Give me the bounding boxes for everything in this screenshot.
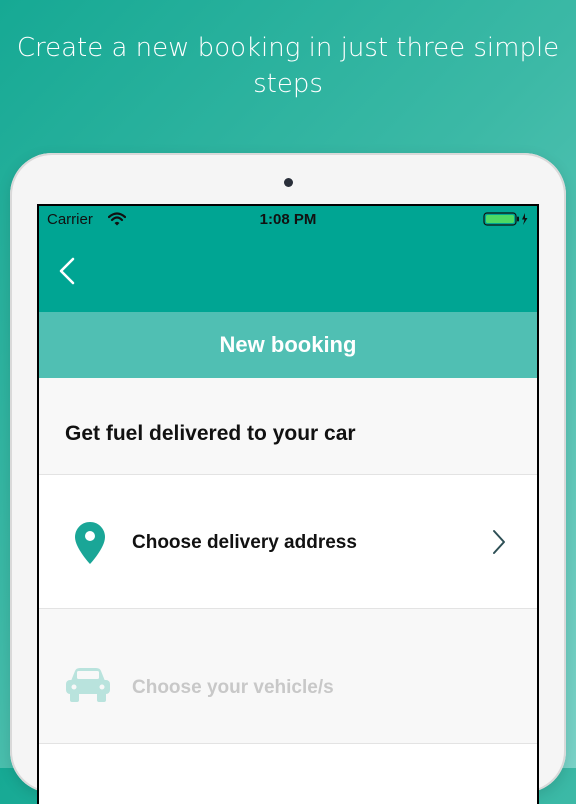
page-title: New booking — [39, 312, 537, 378]
section-header: Get fuel delivered to your car — [39, 378, 537, 475]
map-pin-icon — [75, 522, 105, 564]
choose-delivery-address-label: Choose delivery address — [132, 532, 357, 553]
status-bar: Carrier 1:08 PM — [39, 206, 537, 232]
nav-bar — [39, 232, 537, 312]
row-separator — [39, 609, 537, 623]
camera-dot — [284, 178, 293, 187]
choose-delivery-address-row[interactable]: Choose delivery address — [39, 475, 537, 609]
chevron-left-icon[interactable] — [55, 254, 79, 288]
status-time: 1:08 PM — [259, 211, 317, 228]
battery-charging-icon — [483, 212, 528, 226]
choose-vehicle-label: Choose your vehicle/s — [132, 677, 334, 698]
choose-vehicle-row[interactable]: Choose your vehicle/s — [39, 623, 537, 744]
promo-headline: Create a new booking in just three simpl… — [16, 33, 560, 99]
booking-steps: Get fuel delivered to your car Choose de… — [39, 378, 537, 804]
tablet-frame: Carrier 1:08 PM New booking Get fuel del… — [10, 153, 566, 804]
chevron-right-icon — [493, 530, 505, 554]
car-icon — [66, 668, 110, 702]
section-title: Get fuel delivered to your car — [65, 422, 356, 445]
app-screen: Carrier 1:08 PM New booking Get fuel del… — [37, 204, 539, 804]
